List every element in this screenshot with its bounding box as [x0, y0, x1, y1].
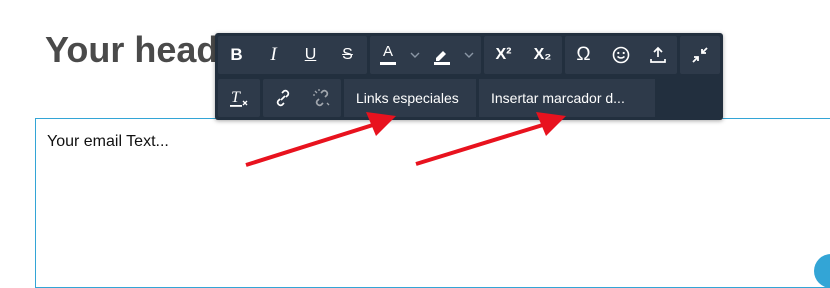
- script-group: X² X₂: [484, 36, 562, 74]
- underline-icon: U: [304, 46, 317, 63]
- bold-icon: B: [230, 45, 243, 64]
- special-links-button[interactable]: Links especiales: [344, 79, 476, 117]
- collapse-group: [680, 36, 720, 74]
- email-text[interactable]: Your email Text...: [47, 133, 169, 151]
- insert-bookmark-label: Insertar marcador d...: [491, 90, 625, 106]
- link-icon: [276, 89, 289, 107]
- insert-group: Ω: [565, 36, 677, 74]
- insert-bookmark-button[interactable]: Insertar marcador d...: [479, 79, 655, 117]
- text-color-icon: A: [382, 43, 393, 60]
- editor-toolbar: B I U S A X² X₂ Ω T Links especiales Ins…: [215, 33, 723, 120]
- collapse-toolbar-button[interactable]: [680, 36, 720, 74]
- upload-button[interactable]: [639, 36, 676, 74]
- text-color-dropdown[interactable]: [406, 36, 424, 74]
- emoticons-button[interactable]: [602, 36, 639, 74]
- upload-icon: [649, 46, 666, 63]
- highlight-color-dropdown[interactable]: [460, 36, 478, 74]
- collapse-icon: [692, 47, 708, 63]
- special-character-button[interactable]: Ω: [565, 36, 602, 74]
- subscript-button[interactable]: X₂: [523, 36, 562, 74]
- clear-group: T: [218, 79, 260, 117]
- subscript-icon: X₂: [533, 46, 552, 63]
- strikethrough-button[interactable]: S: [329, 36, 366, 74]
- chevron-down-icon: [464, 52, 474, 58]
- superscript-icon: X²: [495, 46, 512, 63]
- insert-link-button[interactable]: [263, 79, 302, 117]
- highlight-color-icon: [434, 51, 450, 65]
- svg-text:T: T: [231, 89, 241, 106]
- omega-icon: Ω: [576, 44, 591, 65]
- color-group: A: [370, 36, 481, 74]
- superscript-button[interactable]: X²: [484, 36, 523, 74]
- italic-button[interactable]: I: [255, 36, 292, 74]
- italic-icon: I: [270, 44, 277, 65]
- chevron-down-icon: [410, 52, 420, 58]
- page-heading: Your head: [45, 29, 219, 70]
- emoticon-icon: [612, 46, 629, 64]
- strikethrough-icon: S: [342, 46, 353, 63]
- text-color-button[interactable]: A: [370, 36, 406, 74]
- special-links-label: Links especiales: [356, 90, 459, 106]
- unlink-button[interactable]: [302, 79, 341, 117]
- text-color-swatch: [380, 62, 396, 65]
- underline-button[interactable]: U: [292, 36, 329, 74]
- clear-formatting-button[interactable]: T: [218, 79, 260, 117]
- unlink-icon: [312, 89, 329, 107]
- format-group: B I U S: [218, 36, 367, 74]
- highlight-color-button[interactable]: [424, 36, 460, 74]
- clear-formatting-icon: T: [230, 89, 248, 107]
- bold-button[interactable]: B: [218, 36, 255, 74]
- link-group: [263, 79, 341, 117]
